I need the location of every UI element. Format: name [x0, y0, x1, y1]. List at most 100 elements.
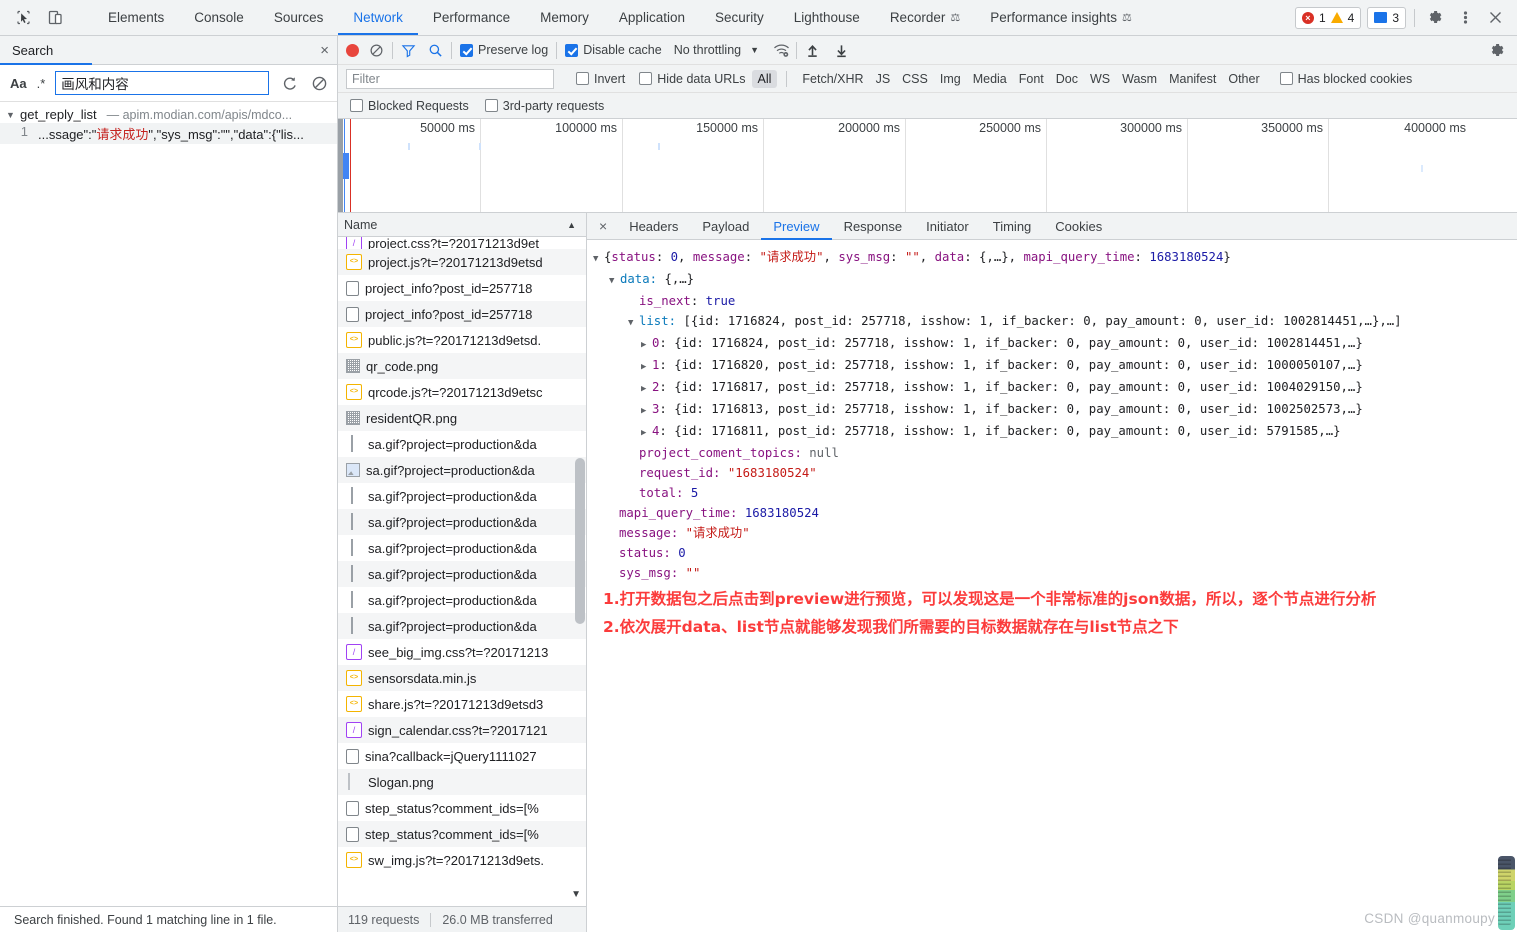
table-row[interactable]: sa.gif?project=production&da: [338, 457, 586, 483]
chevron-right-icon[interactable]: [641, 423, 652, 443]
search-input[interactable]: [55, 71, 269, 95]
table-row[interactable]: / project.css?t=?20171213d9et: [338, 237, 586, 249]
preserve-log-checkbox[interactable]: Preserve log: [460, 43, 548, 57]
filter-type-img[interactable]: Img: [934, 70, 967, 88]
json-list-item[interactable]: 2: {id: 1716817, post_id: 257718, isshow…: [587, 377, 1517, 399]
overview-canvas[interactable]: 50000 ms 100000 ms 150000 ms 200000 ms 2…: [343, 119, 1517, 212]
chevron-right-icon[interactable]: [641, 401, 652, 421]
tab-console[interactable]: Console: [179, 0, 259, 35]
search-icon[interactable]: [428, 43, 443, 58]
tab-recorder[interactable]: Recorder ⚖: [875, 0, 975, 35]
tab-preview[interactable]: Preview: [761, 213, 832, 240]
json-list-line[interactable]: list: [{id: 1716824, post_id: 257718, is…: [587, 311, 1517, 333]
disable-cache-checkbox[interactable]: Disable cache: [565, 43, 662, 57]
search-result-line[interactable]: 1 ...ssage":"请求成功","sys_msg":"","data":{…: [0, 123, 337, 144]
tab-timing[interactable]: Timing: [981, 213, 1044, 239]
import-har-icon[interactable]: [805, 43, 820, 58]
table-row[interactable]: <> share.js?t=?20171213d9etsd3: [338, 691, 586, 717]
json-list-item[interactable]: 0: {id: 1716824, post_id: 257718, isshow…: [587, 333, 1517, 355]
json-list-item[interactable]: 3: {id: 1716813, post_id: 257718, isshow…: [587, 399, 1517, 421]
tab-application[interactable]: Application: [604, 0, 700, 35]
table-row[interactable]: sa.gif?project=production&da: [338, 509, 586, 535]
search-result-file[interactable]: ▼ get_reply_list — apim.modian.com/apis/…: [0, 106, 337, 123]
table-row[interactable]: Slogan.png: [338, 769, 586, 795]
request-list-scrollbar[interactable]: [575, 458, 585, 624]
json-data-line[interactable]: data: {,…}: [587, 269, 1517, 291]
record-button[interactable]: [346, 43, 359, 57]
table-row[interactable]: <> project.js?t=?20171213d9etsd: [338, 249, 586, 275]
chevron-down-icon[interactable]: [593, 249, 604, 269]
tab-initiator[interactable]: Initiator: [914, 213, 981, 239]
close-icon[interactable]: ×: [587, 213, 617, 239]
tab-sources[interactable]: Sources: [259, 0, 339, 35]
tab-performance-insights[interactable]: Performance insights ⚖: [975, 0, 1147, 35]
table-row[interactable]: qr_code.png: [338, 353, 586, 379]
table-row[interactable]: sa.gif?project=production&da: [338, 431, 586, 457]
table-row[interactable]: / see_big_img.css?t=?20171213: [338, 639, 586, 665]
network-conditions-icon[interactable]: [773, 43, 789, 58]
table-row[interactable]: <> qrcode.js?t=?20171213d9etsc: [338, 379, 586, 405]
third-party-requests-checkbox[interactable]: 3rd-party requests: [484, 99, 604, 113]
table-row[interactable]: project_info?post_id=257718: [338, 275, 586, 301]
invert-checkbox[interactable]: Invert: [576, 72, 625, 86]
chevron-down-icon[interactable]: [609, 271, 620, 291]
tab-memory[interactable]: Memory: [525, 0, 604, 35]
filter-type-doc[interactable]: Doc: [1050, 70, 1084, 88]
message-counter[interactable]: 3: [1367, 6, 1406, 29]
close-icon[interactable]: ×: [320, 43, 329, 58]
throttling-select[interactable]: No throttling: [674, 43, 741, 57]
table-row[interactable]: project_info?post_id=257718: [338, 301, 586, 327]
filter-type-css[interactable]: CSS: [896, 70, 934, 88]
table-row[interactable]: sa.gif?project=production&da: [338, 483, 586, 509]
sort-ascending-icon[interactable]: ▲: [567, 220, 576, 230]
clear-icon[interactable]: [309, 73, 329, 93]
json-list-item[interactable]: 1: {id: 1716820, post_id: 257718, isshow…: [587, 355, 1517, 377]
filter-input[interactable]: [346, 68, 554, 89]
tab-lighthouse[interactable]: Lighthouse: [779, 0, 875, 35]
table-row[interactable]: sa.gif?project=production&da: [338, 561, 586, 587]
gear-icon[interactable]: [1423, 6, 1447, 30]
has-blocked-cookies-checkbox[interactable]: Has blocked cookies: [1279, 72, 1412, 86]
table-row[interactable]: <> sw_img.js?t=?20171213d9ets.: [338, 847, 586, 873]
network-overview-timeline[interactable]: 50000 ms 100000 ms 150000 ms 200000 ms 2…: [338, 119, 1517, 213]
inspect-cursor-icon[interactable]: [10, 5, 36, 31]
tab-network[interactable]: Network: [338, 0, 418, 35]
chevron-right-icon[interactable]: [641, 335, 652, 355]
request-list-body[interactable]: / project.css?t=?20171213d9et <> project…: [338, 237, 586, 906]
filter-type-ws[interactable]: WS: [1084, 70, 1116, 88]
filter-type-all[interactable]: All: [751, 69, 778, 88]
tab-security[interactable]: Security: [700, 0, 779, 35]
device-toolbar-icon[interactable]: [42, 5, 68, 31]
table-row[interactable]: <> sensorsdata.min.js: [338, 665, 586, 691]
blocked-requests-checkbox[interactable]: Blocked Requests: [350, 99, 469, 113]
table-row[interactable]: sa.gif?project=production&da: [338, 535, 586, 561]
tab-headers[interactable]: Headers: [617, 213, 690, 239]
filter-funnel-icon[interactable]: [401, 43, 416, 58]
match-case-button[interactable]: Aa: [10, 76, 27, 91]
clear-icon[interactable]: [369, 43, 384, 58]
close-icon[interactable]: [1483, 6, 1507, 30]
json-root-line[interactable]: {status: 0, message: "请求成功", sys_msg: ""…: [587, 247, 1517, 269]
table-row[interactable]: sa.gif?project=production&da: [338, 613, 586, 639]
scroll-down-icon[interactable]: ▼: [571, 889, 581, 900]
filter-type-other[interactable]: Other: [1222, 70, 1265, 88]
export-har-icon[interactable]: [834, 43, 849, 58]
filter-type-media[interactable]: Media: [967, 70, 1013, 88]
tab-elements[interactable]: Elements: [93, 0, 179, 35]
regex-button[interactable]: .*: [37, 76, 46, 91]
chevron-down-icon[interactable]: ▼: [750, 45, 759, 55]
table-row[interactable]: step_status?comment_ids=[%: [338, 795, 586, 821]
chevron-right-icon[interactable]: [641, 357, 652, 377]
tab-performance[interactable]: Performance: [418, 0, 525, 35]
table-row[interactable]: sina?callback=jQuery1111027: [338, 743, 586, 769]
table-row[interactable]: residentQR.png: [338, 405, 586, 431]
chevron-right-icon[interactable]: [641, 379, 652, 399]
kebab-menu-icon[interactable]: [1453, 6, 1477, 30]
table-row[interactable]: <> public.js?t=?20171213d9etsd.: [338, 327, 586, 353]
table-row[interactable]: sa.gif?project=production&da: [338, 587, 586, 613]
json-list-item[interactable]: 4: {id: 1716811, post_id: 257718, isshow…: [587, 421, 1517, 443]
tab-response[interactable]: Response: [832, 213, 915, 239]
filter-type-fetch-xhr[interactable]: Fetch/XHR: [796, 70, 869, 88]
issue-counters[interactable]: × 1 4: [1294, 6, 1362, 29]
hide-data-urls-checkbox[interactable]: Hide data URLs: [639, 72, 746, 86]
